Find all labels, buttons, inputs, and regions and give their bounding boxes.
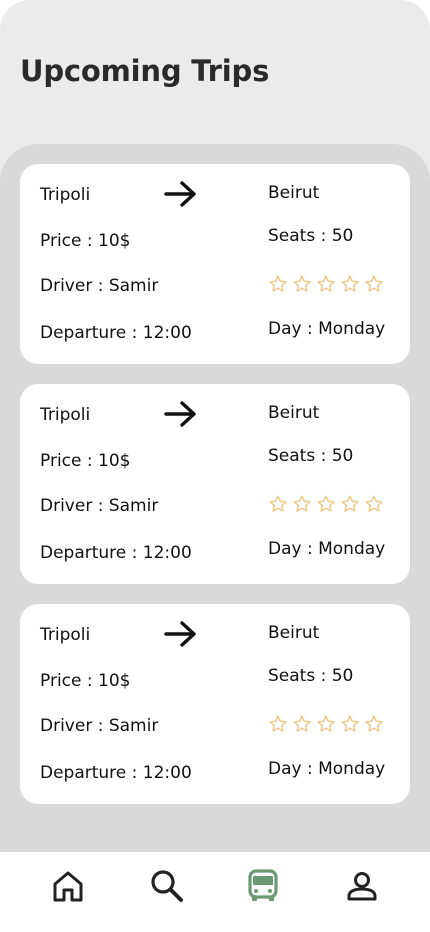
trip-price: Price : 10$ xyxy=(40,451,131,471)
nav-home-button[interactable] xyxy=(50,868,86,904)
star-icon[interactable] xyxy=(268,494,288,514)
star-icon[interactable] xyxy=(268,274,288,294)
star-icon[interactable] xyxy=(340,714,360,734)
rating-stars[interactable] xyxy=(268,714,384,734)
trip-departure: Departure : 12:00 xyxy=(40,763,192,783)
star-icon[interactable] xyxy=(364,714,384,734)
star-icon[interactable] xyxy=(268,714,288,734)
trip-day: Day : Monday xyxy=(268,759,386,779)
trip-card[interactable]: Tripoli Beirut Price : 10$ Seats : 50 Dr… xyxy=(20,164,410,364)
arrow-right-icon xyxy=(164,401,196,427)
nav-search-button[interactable] xyxy=(149,868,185,904)
trip-seats: Seats : 50 xyxy=(268,446,354,466)
trip-price: Price : 10$ xyxy=(40,231,131,251)
arrow-right-icon xyxy=(164,181,196,207)
star-icon[interactable] xyxy=(292,494,312,514)
bottom-nav xyxy=(0,852,430,932)
trip-departure: Departure : 12:00 xyxy=(40,543,192,563)
rating-stars[interactable] xyxy=(268,494,384,514)
star-icon[interactable] xyxy=(292,274,312,294)
trip-price: Price : 10$ xyxy=(40,671,131,691)
trip-driver: Driver : Samir xyxy=(40,716,159,736)
profile-icon xyxy=(347,872,377,901)
star-icon[interactable] xyxy=(340,494,360,514)
trip-origin: Tripoli xyxy=(40,185,91,205)
trip-day: Day : Monday xyxy=(268,319,386,339)
star-icon[interactable] xyxy=(364,494,384,514)
star-icon[interactable] xyxy=(340,274,360,294)
star-icon[interactable] xyxy=(292,714,312,734)
trip-destination: Beirut xyxy=(268,623,320,643)
trip-seats: Seats : 50 xyxy=(268,666,354,686)
trips-panel: Tripoli Beirut Price : 10$ Seats : 50 Dr… xyxy=(0,144,430,932)
search-icon xyxy=(151,870,183,902)
trip-departure: Departure : 12:00 xyxy=(40,323,192,343)
trip-destination: Beirut xyxy=(268,183,320,203)
trip-origin: Tripoli xyxy=(40,625,91,645)
trip-card[interactable]: Tripoli Beirut Price : 10$ Seats : 50 Dr… xyxy=(20,384,410,584)
trip-day: Day : Monday xyxy=(268,539,386,559)
nav-profile-button[interactable] xyxy=(344,868,380,904)
app-screen: Upcoming Trips Tripoli Beirut Price : 10… xyxy=(0,0,430,932)
bus-icon xyxy=(248,869,278,901)
trip-origin: Tripoli xyxy=(40,405,91,425)
trip-driver: Driver : Samir xyxy=(40,276,159,296)
trip-destination: Beirut xyxy=(268,403,320,423)
star-icon[interactable] xyxy=(316,714,336,734)
rating-stars[interactable] xyxy=(268,274,384,294)
trip-seats: Seats : 50 xyxy=(268,226,354,246)
star-icon[interactable] xyxy=(364,274,384,294)
star-icon[interactable] xyxy=(316,494,336,514)
home-icon xyxy=(53,871,83,902)
arrow-right-icon xyxy=(164,621,196,647)
trip-card[interactable]: Tripoli Beirut Price : 10$ Seats : 50 Dr… xyxy=(20,604,410,804)
trip-driver: Driver : Samir xyxy=(40,496,159,516)
star-icon[interactable] xyxy=(316,274,336,294)
page-title: Upcoming Trips xyxy=(20,54,270,88)
nav-trips-button[interactable] xyxy=(245,868,281,904)
